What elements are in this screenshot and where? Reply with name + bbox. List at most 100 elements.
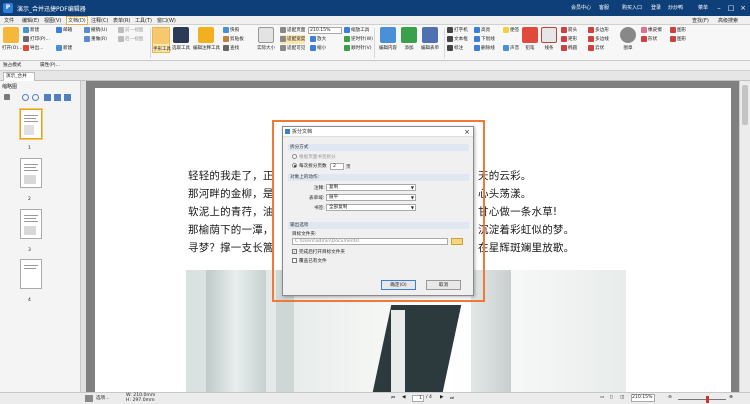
facing-icon[interactable]: ◫ bbox=[620, 395, 624, 400]
sound-button[interactable]: 声音 bbox=[503, 44, 519, 53]
maximize-icon[interactable]: □ bbox=[725, 3, 737, 13]
find-tool-button[interactable]: 查找 bbox=[223, 44, 239, 53]
menu-document[interactable]: 文档(D) bbox=[66, 16, 88, 25]
zoom-input[interactable]: 210.15% bbox=[631, 394, 655, 402]
undo-button[interactable]: 撤销(U) bbox=[84, 26, 107, 35]
fit-visible-button[interactable]: 适配可见 bbox=[280, 44, 305, 53]
zoom-in-status-icon[interactable]: ⊕ bbox=[729, 395, 733, 400]
edit-content-button[interactable]: 编辑内容 bbox=[377, 27, 399, 51]
next-page-icon[interactable]: ▶ bbox=[440, 395, 444, 400]
properties-button[interactable]: 属性(P)... bbox=[40, 62, 60, 68]
rotate-right-button[interactable]: 顺时针(V) bbox=[344, 44, 372, 53]
advanced-search-button[interactable]: 高级搜索 bbox=[718, 17, 738, 24]
page-thumbnail[interactable] bbox=[20, 158, 42, 188]
hand-tool-button[interactable]: 手形工具 bbox=[152, 27, 171, 53]
eraser-button[interactable]: 橡皮擦 bbox=[641, 26, 662, 35]
menu-view[interactable]: 视图(V) bbox=[44, 17, 61, 24]
browse-folder-icon[interactable] bbox=[451, 238, 463, 245]
stamp-button[interactable]: 图章 bbox=[619, 27, 637, 51]
menu-form[interactable]: 表单(R) bbox=[113, 17, 130, 24]
clipboard-button[interactable]: 剪贴板 bbox=[223, 35, 244, 44]
menu-comment[interactable]: 注释(C) bbox=[91, 17, 108, 24]
single-page-icon[interactable]: ▭ bbox=[600, 395, 604, 400]
first-page-icon[interactable]: ⏮ bbox=[391, 395, 395, 401]
select-options[interactable]: 选项... bbox=[96, 395, 110, 401]
rect-button[interactable]: 矩形 bbox=[561, 35, 577, 44]
polyline-button[interactable]: 多边线 bbox=[588, 35, 609, 44]
print-button[interactable]: 打印(P)... bbox=[23, 35, 50, 44]
open-folder-checkbox[interactable]: ✓ 完成后打开目标文件夹 bbox=[292, 249, 345, 255]
page-input[interactable]: 1 bbox=[412, 395, 424, 402]
prev-page-icon[interactable]: ◀ bbox=[402, 395, 406, 400]
textbox-button[interactable]: 文本框 bbox=[447, 35, 468, 44]
zoom-out-button[interactable]: 缩小 bbox=[310, 44, 326, 53]
shape2-button[interactable]: 图形 bbox=[670, 26, 686, 35]
polygon-button[interactable]: 多边形 bbox=[588, 26, 609, 35]
buy-link[interactable]: 购买入口 bbox=[622, 4, 642, 11]
mail-button[interactable]: 邮箱 bbox=[56, 26, 72, 35]
bookmark-select[interactable]: 全部复制 ▼ bbox=[326, 204, 416, 211]
options-icon[interactable] bbox=[4, 94, 10, 100]
open-button[interactable]: 打开(O)... bbox=[2, 27, 22, 51]
annot-select[interactable]: 复制 ▼ bbox=[326, 184, 416, 191]
menu-link[interactable]: 菜单 bbox=[698, 4, 708, 11]
edit-form-button[interactable]: 编辑表单 bbox=[419, 27, 441, 51]
rotate-left-button[interactable]: 逆时针(W) bbox=[344, 35, 373, 44]
ok-button[interactable]: 确定(O) bbox=[381, 280, 416, 290]
tab-document[interactable]: 演示_合并 bbox=[3, 72, 35, 81]
select-tool-icon[interactable] bbox=[85, 395, 93, 402]
menu-edit[interactable]: 编辑(E) bbox=[22, 17, 39, 24]
cloud-button[interactable]: 云状 bbox=[588, 44, 604, 53]
fit-width-button[interactable]: 适配宽度 bbox=[280, 35, 306, 44]
shape3-button[interactable]: 图形 bbox=[670, 35, 686, 44]
find-button[interactable]: 查找(F) bbox=[692, 17, 709, 24]
zoom-slider[interactable] bbox=[678, 399, 726, 400]
delete-page-icon[interactable] bbox=[44, 94, 51, 101]
highlight-button[interactable]: 高亮 bbox=[474, 26, 490, 35]
dialog-close-icon[interactable]: × bbox=[464, 127, 470, 137]
actual-size-button[interactable]: 实际大小 bbox=[254, 27, 278, 51]
pages-per-split-input[interactable]: 2 bbox=[330, 163, 344, 170]
target-folder-input[interactable]: C:\Users\admin\Documents\ bbox=[292, 238, 448, 245]
note-button[interactable]: 便签 bbox=[503, 26, 519, 35]
next-view-button[interactable]: 后一视图 bbox=[118, 35, 143, 44]
formfield-select[interactable]: 展平 ▼ bbox=[326, 194, 416, 201]
export-button[interactable]: 导出... bbox=[23, 44, 44, 53]
overwrite-checkbox[interactable]: 覆盖已有文件 bbox=[292, 258, 327, 264]
menu-window[interactable]: 窗口(W) bbox=[157, 17, 176, 24]
arrow-button[interactable]: 箭头 bbox=[561, 26, 577, 35]
exclusive-mode-button[interactable]: 独占模式 bbox=[3, 62, 21, 68]
radio-by-bookmark[interactable]: 根据页面书签拆分 bbox=[292, 154, 336, 160]
fit-page-button[interactable]: 适配页面 bbox=[280, 26, 305, 35]
page-thumbnail[interactable] bbox=[20, 109, 42, 139]
rotate-page-icon[interactable] bbox=[54, 94, 61, 101]
zoom-combo[interactable]: 210.15% bbox=[308, 27, 342, 34]
user-name[interactable]: 炒炒鸭 bbox=[668, 4, 683, 11]
last-page-icon[interactable]: ⏭ bbox=[450, 395, 454, 401]
snapshot-button[interactable]: 快照 bbox=[223, 26, 239, 35]
typewriter-button[interactable]: 打字机 bbox=[447, 26, 468, 35]
cancel-button[interactable]: 取消 bbox=[426, 280, 461, 290]
callout-button[interactable]: 标注 bbox=[447, 44, 463, 53]
pencil-button[interactable]: 铅笔 bbox=[521, 27, 539, 51]
select-tool-button[interactable]: 选取工具 bbox=[172, 27, 190, 51]
zoom-out-thumb-icon[interactable] bbox=[22, 94, 29, 101]
zoom-out-status-icon[interactable]: ⊖ bbox=[668, 395, 672, 400]
strike-button[interactable]: 删除线 bbox=[474, 44, 495, 53]
menu-file[interactable]: 文件 bbox=[4, 17, 14, 24]
zoom-in-thumb-icon[interactable] bbox=[32, 94, 39, 101]
ellipse-button[interactable]: 椭圆 bbox=[561, 44, 577, 53]
add-button[interactable]: 添加 bbox=[400, 27, 418, 51]
service-link[interactable]: 客服 bbox=[599, 4, 609, 11]
zoom-slider-thumb[interactable] bbox=[706, 396, 709, 403]
page-thumbnail[interactable] bbox=[20, 209, 42, 239]
vertical-scrollbar[interactable] bbox=[739, 81, 750, 392]
close-icon[interactable]: × bbox=[737, 3, 749, 13]
scroll-thumb[interactable] bbox=[742, 85, 748, 125]
minimize-icon[interactable]: – bbox=[713, 3, 725, 13]
prev-view-button[interactable]: 前一视图 bbox=[118, 26, 143, 35]
zoom-tool-button[interactable]: 缩放工具 bbox=[344, 26, 369, 35]
zoom-in-button[interactable]: 放大 bbox=[310, 35, 326, 44]
edit-annot-tool-button[interactable]: 编辑注释工具 bbox=[193, 27, 220, 51]
new-button[interactable]: 新建 bbox=[23, 26, 39, 35]
